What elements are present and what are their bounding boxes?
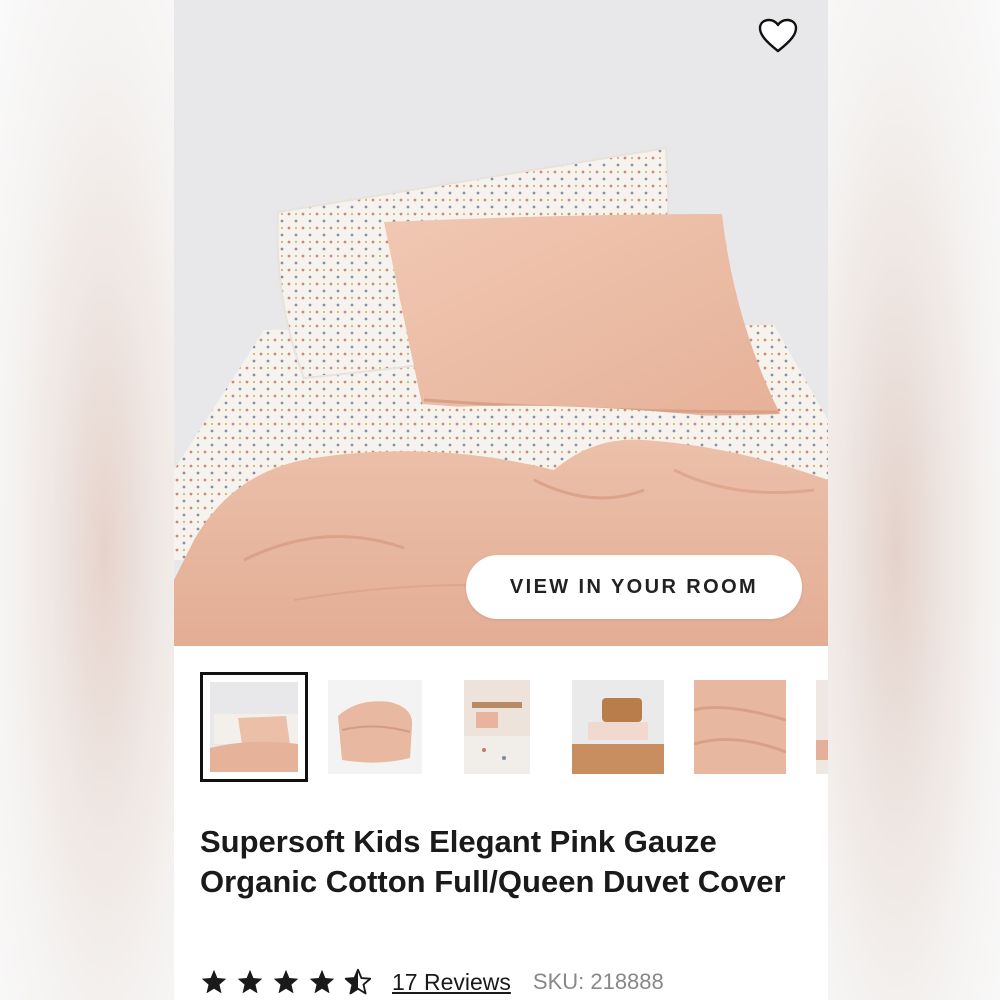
view-in-your-room-button[interactable]: VIEW IN YOUR ROOM (466, 555, 802, 619)
thumbnail-folded-duvet[interactable] (328, 680, 422, 774)
heart-outline-icon (758, 18, 798, 53)
thumbnail-room-shelf[interactable] (464, 680, 530, 774)
thumbnail-partial-next[interactable] (816, 680, 828, 774)
sku-label: SKU: 218888 (532, 969, 664, 994)
background-blur-right (828, 0, 1000, 1000)
rating-row: 17 Reviews SKU: 218888 (200, 962, 664, 1000)
star-full-icon (309, 969, 335, 994)
star-full-icon (201, 969, 227, 994)
star-half-icon (344, 968, 372, 995)
product-page: VIEW IN YOUR ROOM Supersoft Kids Elegant… (174, 0, 828, 1000)
product-title: Supersoft Kids Elegant Pink Gauze Organi… (200, 824, 786, 899)
bed-illustration (174, 0, 828, 646)
background-blur-left (0, 0, 174, 1000)
thumbnail-image (210, 682, 298, 772)
product-hero-image[interactable]: VIEW IN YOUR ROOM (174, 0, 828, 646)
thumbnail-bed-pillows[interactable] (572, 680, 664, 774)
favorite-button[interactable] (758, 18, 802, 60)
star-full-icon (273, 969, 299, 994)
star-rating (200, 968, 380, 996)
thumbnail-carousel (174, 672, 828, 784)
thumbnail-fabric-closeup[interactable] (694, 680, 786, 774)
reviews-link[interactable]: 17 Reviews (392, 969, 511, 996)
star-full-icon (237, 969, 263, 994)
thumbnail-bed-styled[interactable] (200, 672, 308, 782)
